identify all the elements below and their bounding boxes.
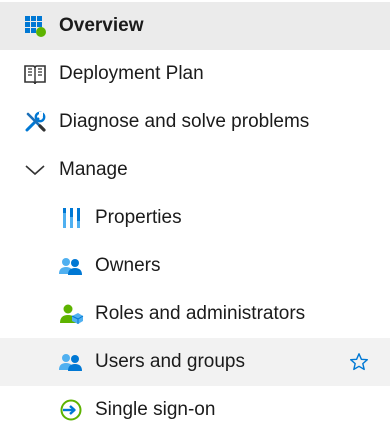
nav-item-overview[interactable]: Overview <box>0 2 390 50</box>
sign-in-arrow-icon <box>57 396 85 424</box>
nav-item-label: Roles and administrators <box>95 303 306 324</box>
nav-item-label: Properties <box>95 207 182 228</box>
nav-group-label: Manage <box>59 159 128 180</box>
nav-item-deployment-plan[interactable]: Deployment Plan <box>0 50 390 98</box>
star-outline-icon[interactable] <box>348 351 370 373</box>
nav-item-owners[interactable]: Owners <box>0 242 390 290</box>
properties-bars-icon <box>57 204 85 232</box>
nav-item-label: Deployment Plan <box>59 63 204 84</box>
chevron-down-icon <box>21 156 49 184</box>
side-navigation: Overview Deployment Plan Diagnose and so… <box>0 0 390 440</box>
book-icon <box>21 60 49 88</box>
nav-item-label: Single sign-on <box>95 399 216 420</box>
nav-item-label: Users and groups <box>95 351 245 372</box>
nav-item-label: Overview <box>59 15 144 36</box>
grid-icon <box>21 12 49 40</box>
nav-item-properties[interactable]: Properties <box>0 194 390 242</box>
users-icon <box>57 348 85 376</box>
nav-item-users-groups[interactable]: Users and groups <box>0 338 390 386</box>
nav-item-diagnose[interactable]: Diagnose and solve problems <box>0 98 390 146</box>
nav-group-manage[interactable]: Manage <box>0 146 390 194</box>
nav-item-roles-administrators[interactable]: Roles and administrators <box>0 290 390 338</box>
user-role-icon <box>57 300 85 328</box>
nav-item-label: Owners <box>95 255 161 276</box>
wrench-screwdriver-icon <box>21 108 49 136</box>
users-icon <box>57 252 85 280</box>
nav-item-single-sign-on[interactable]: Single sign-on <box>0 386 390 434</box>
nav-item-label: Diagnose and solve problems <box>59 111 310 132</box>
